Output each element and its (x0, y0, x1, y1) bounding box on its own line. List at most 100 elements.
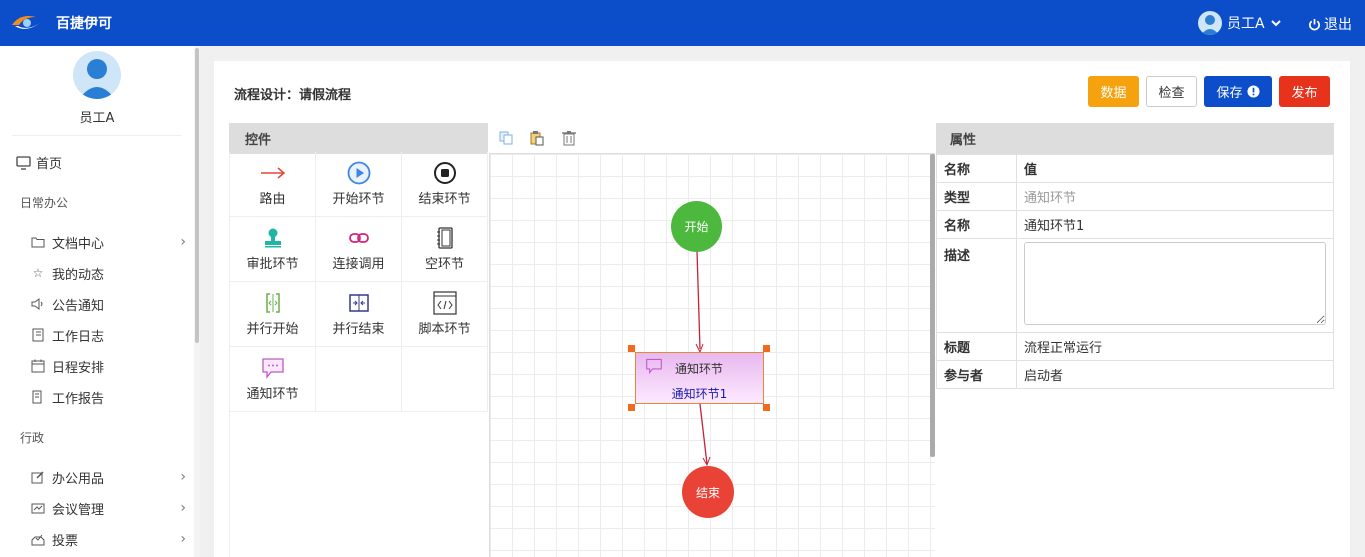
control-script-node[interactable]: 脚本环节 (402, 282, 488, 347)
stamp-icon (262, 227, 284, 249)
control-parallel-end[interactable]: 并行结束 (316, 282, 402, 347)
prop-key: 名称 (936, 210, 1017, 239)
sidebar-item-home[interactable]: 首页 (16, 153, 62, 172)
publish-button[interactable]: 发布 (1279, 76, 1330, 107)
control-start-node[interactable]: 开始环节 (316, 152, 402, 217)
control-label: 并行结束 (332, 321, 385, 337)
user-avatar-icon (79, 59, 115, 99)
report-icon (30, 389, 46, 405)
user-avatar-icon (1201, 15, 1219, 35)
sidebar-item-worklog[interactable]: 工作日志 (30, 324, 190, 346)
resize-handle[interactable] (763, 345, 770, 352)
control-label: 审批环节 (246, 256, 299, 272)
save-label: 保存 (1216, 86, 1243, 101)
folder-icon (30, 234, 46, 250)
stop-circle-icon (433, 161, 457, 184)
data-button[interactable]: 数据 (1088, 76, 1139, 107)
properties-table: 名称 值 类型 通知环节 名称 通知环节1 描述 标题 流程正常运行 参与者 启… (936, 154, 1334, 389)
control-label: 开始环节 (332, 191, 385, 207)
control-label: 脚本环节 (418, 321, 471, 337)
prop-value-subject[interactable]: 流程正常运行 (1016, 332, 1334, 361)
sidebar-item-voting[interactable]: 投票 › (30, 528, 190, 550)
resize-handle[interactable] (628, 345, 635, 352)
control-route[interactable]: 路由 (230, 152, 316, 217)
control-label: 并行开始 (246, 321, 299, 337)
table-row: 标题 流程正常运行 (936, 332, 1334, 361)
resize-handle[interactable] (763, 404, 770, 411)
prop-key: 类型 (936, 182, 1017, 211)
check-button[interactable]: 检查 (1146, 76, 1197, 107)
message-icon (646, 358, 662, 374)
connector-notify-to-end[interactable] (699, 403, 708, 465)
column-header-value: 值 (1016, 154, 1334, 183)
paste-icon[interactable] (529, 130, 545, 146)
canvas-scrollbar[interactable] (930, 154, 935, 457)
copy-icon[interactable] (498, 130, 514, 146)
trash-icon[interactable] (561, 130, 577, 146)
prop-value-participant[interactable]: 启动者 (1016, 360, 1334, 389)
sidebar-item-label: 日程安排 (52, 360, 105, 376)
prop-key: 描述 (936, 238, 1017, 333)
flow-canvas[interactable]: 开始 通知环节 通知环节1 结束 (489, 154, 935, 557)
user-name: 员工A (1227, 16, 1265, 32)
blank-page-icon (435, 226, 455, 249)
canvas-toolbar (489, 123, 935, 154)
table-row: 参与者 启动者 (936, 360, 1334, 389)
sidebar-item-label: 首页 (36, 157, 63, 172)
sidebar-item-label: 文档中心 (52, 236, 105, 252)
resize-handle[interactable] (628, 404, 635, 411)
sidebar-item-schedule[interactable]: 日程安排 (30, 355, 190, 377)
start-node[interactable]: 开始 (671, 201, 722, 252)
profile-name: 员工A (79, 111, 115, 126)
prop-key: 参与者 (936, 360, 1017, 389)
sidebar-item-reports[interactable]: 工作报告 (30, 386, 190, 408)
monitor-icon (16, 155, 31, 170)
sidebar-scrollbar-thumb[interactable] (195, 48, 199, 343)
meeting-icon (30, 500, 46, 516)
sidebar-item-announcements[interactable]: 公告通知 (30, 293, 190, 315)
connector-start-to-notify[interactable] (696, 250, 701, 350)
speaker-icon (30, 296, 46, 312)
user-menu[interactable]: 员工A (1198, 11, 1282, 35)
notify-node[interactable]: 通知环节 通知环节1 (635, 352, 764, 404)
sidebar-item-meetings[interactable]: 会议管理 › (30, 497, 190, 519)
calendar-icon (30, 358, 46, 374)
control-notify-node[interactable]: 通知环节 (230, 347, 316, 412)
save-button[interactable]: 保存 (1204, 76, 1272, 107)
notebook-icon (30, 327, 46, 343)
control-approval-node[interactable]: 审批环节 (230, 217, 316, 282)
properties-panel-header: 属性 (936, 123, 1334, 154)
table-row: 类型 通知环节 (936, 182, 1334, 211)
prop-value-name[interactable]: 通知环节1 (1016, 210, 1334, 239)
sidebar-item-office-supplies[interactable]: 办公用品 › (30, 466, 190, 488)
logout-button[interactable]: 退出 (1308, 14, 1352, 34)
chevron-right-icon: › (180, 469, 186, 485)
page-title: 流程设计：请假流程 (234, 88, 352, 103)
sidebar-item-documents[interactable]: 文档中心 › (30, 231, 190, 253)
control-empty-node[interactable]: 空环节 (402, 217, 488, 282)
chevron-right-icon: › (180, 531, 186, 547)
table-header-row: 名称 值 (936, 154, 1334, 183)
chevron-down-icon (1270, 20, 1281, 27)
sidebar-item-label: 工作日志 (52, 329, 105, 345)
table-row: 描述 (936, 238, 1334, 333)
node-type-label: 通知环节 (675, 362, 724, 376)
power-icon (1309, 18, 1320, 30)
description-textarea[interactable] (1024, 242, 1326, 325)
control-label: 通知环节 (246, 386, 299, 402)
controls-panel-header: 控件 (229, 123, 488, 154)
parallel-end-icon (348, 292, 370, 314)
control-link-call[interactable]: 连接调用 (316, 217, 402, 282)
sidebar-item-activity[interactable]: ☆ 我的动态 (30, 262, 190, 284)
chevron-right-icon: › (180, 500, 186, 516)
avatar (1198, 11, 1222, 35)
sidebar-section-title: 行政 (20, 431, 45, 445)
node-name-label: 通知环节1 (671, 387, 728, 401)
profile-avatar[interactable] (73, 51, 121, 99)
control-parallel-start[interactable]: 并行开始 (230, 282, 316, 347)
app-title: 百捷伊可 (56, 16, 112, 32)
end-node[interactable]: 结束 (682, 466, 734, 518)
control-end-node[interactable]: 结束环节 (402, 152, 488, 217)
logout-label: 退出 (1324, 17, 1352, 33)
control-label: 连接调用 (332, 256, 385, 272)
